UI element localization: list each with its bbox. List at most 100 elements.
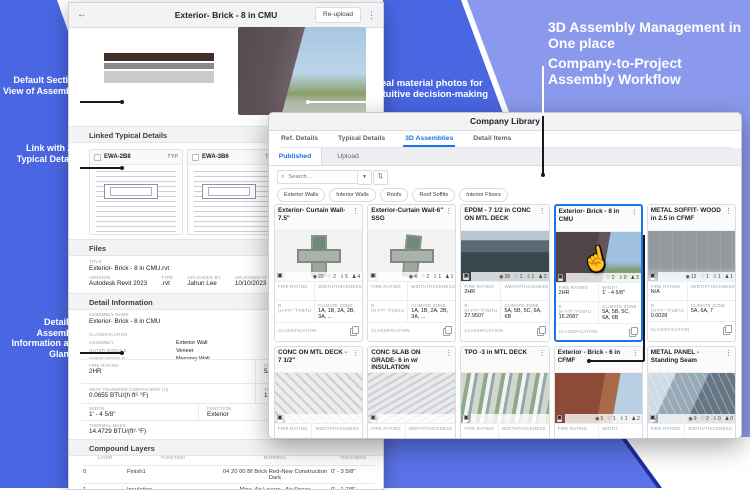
stat-value: 1	[520, 274, 523, 280]
card-field-value: 5A, 6A, 7	[691, 308, 735, 314]
search-box[interactable]: ⌕	[277, 170, 359, 184]
category-chip[interactable]: Interior Floors	[459, 188, 508, 202]
card-field: WIDTH/THICKNESS	[500, 281, 549, 300]
linked-detail-card[interactable]: EWA-2B8 TYP	[89, 149, 183, 235]
stat-value: 0	[624, 275, 627, 281]
downloads-icon: ⇩	[526, 274, 530, 280]
sort-button[interactable]: ⇅	[373, 170, 388, 185]
card-field: CLIMATE ZONE 5A, 5B, 5C, 6A, 6B	[500, 300, 549, 322]
copy-icon[interactable]	[539, 326, 546, 334]
card-field-value: 1' - 4 5/8"	[602, 290, 638, 296]
copy-icon[interactable]	[352, 326, 359, 334]
category-chip[interactable]: Interior Walls	[329, 188, 375, 202]
people-icon: ♟	[632, 416, 636, 422]
card-field: WIDTH	[598, 423, 642, 439]
image-count-icon: ▣	[463, 273, 469, 280]
reupload-button[interactable]: Re-upload	[315, 7, 361, 23]
publish-state-tab[interactable]: Upload	[322, 148, 374, 165]
copy-icon[interactable]	[725, 325, 732, 333]
people-icon: ♟	[445, 274, 449, 280]
card-field-value: 2HR	[559, 290, 596, 296]
publish-state-tab[interactable]: Published	[269, 148, 322, 165]
library-tab-label: Typical Details	[338, 135, 385, 142]
assembly-card[interactable]: CONC SLAB ON GRADE- 6 in w/ INSULATION ⋮…	[367, 346, 456, 439]
card-field-label: FIRE RATING	[651, 426, 681, 431]
company-library-window: Company Library Ref. DetailsTypical Deta…	[268, 112, 742, 439]
library-tab[interactable]: Typical Details	[336, 130, 387, 147]
card-title: EPDM - 7 1/2 in CONC ON MTL DECK	[464, 207, 536, 228]
card-field-label: FIRE RATING	[558, 426, 596, 431]
linked-detail-card[interactable]: EWA-3B6 TYP	[187, 149, 281, 235]
card-field: WIDTH/THICKNESS	[405, 423, 456, 439]
card-classification-label: CLASSIFICATION	[559, 329, 598, 334]
assembly-card[interactable]: METAL SOFFIT- WOOD in 2.5 in CFMF ⋮ ▣ ◉1…	[647, 204, 736, 342]
copy-icon[interactable]	[445, 326, 452, 334]
people-icon: ♟	[538, 274, 542, 280]
stat-value: 1	[730, 274, 733, 280]
card-title: CONC SLAB ON GRADE- 6 in w/ INSULATION	[371, 349, 443, 370]
kebab-menu-icon[interactable]: ⋮	[367, 10, 376, 21]
kebab-menu-icon[interactable]: ⋮	[725, 349, 732, 370]
category-chip[interactable]: Exterior Walls	[277, 188, 325, 202]
card-field-label: WIDTH/THICKNESS	[318, 284, 362, 289]
stat-value: 28	[505, 274, 511, 280]
library-tab[interactable]: Detail Items	[471, 130, 513, 147]
kebab-menu-icon[interactable]: ⋮	[631, 208, 638, 229]
library-tab[interactable]: 3D Assemblies	[403, 130, 455, 147]
card-field-value: 27.9507	[464, 313, 497, 319]
assembly-card[interactable]: CONC ON MTL DECK - 7 1/2" ⋮ ▣ FIRE RATIN…	[274, 346, 363, 439]
checkbox[interactable]	[94, 154, 101, 161]
card-stats: ◉9♡2⇩0♟0	[658, 414, 735, 423]
category-chip[interactable]: Roofs	[380, 188, 409, 202]
card-fields: FIRE RATING WIDTH/THICKNESS R (H·FT²·°F)…	[275, 281, 362, 322]
assembly-card[interactable]: TPO -3 in MTL DECK ⋮ ▣ FIRE RATING WIDTH…	[460, 346, 549, 439]
assembly-card[interactable]: Exterior- Brick - 8 in CMU ⋮ ▣ ♡2⇩0♟3 ☝ …	[554, 204, 643, 342]
card-thumbnail: ▣ ◉12♡1⇩1♟1	[648, 231, 735, 281]
callout-dot-link-2d	[120, 166, 124, 170]
kebab-menu-icon[interactable]: ⋮	[445, 207, 452, 228]
library-tab-label: Ref. Details	[281, 135, 318, 142]
copy-icon[interactable]	[631, 327, 638, 335]
kebab-menu-icon[interactable]: ⋮	[352, 349, 359, 370]
checkbox[interactable]	[192, 154, 199, 161]
library-tab[interactable]: Ref. Details	[279, 130, 320, 147]
library-tab-label: Detail Items	[473, 135, 511, 142]
stat-value: 2	[637, 416, 640, 422]
callout-line-detail-glance	[80, 352, 122, 354]
category-chip[interactable]: Roof Soffits	[412, 188, 455, 202]
card-fields: FIRE RATING N/A WIDTH/THICKNESS R (H·FT²…	[648, 281, 735, 321]
file-title-label: TITLE	[89, 259, 102, 264]
table-row: 1InsulationMisc. Air Layers - Air Space0…	[83, 483, 375, 490]
stat-value: 2	[333, 274, 336, 280]
callout-dot-section-view	[120, 100, 124, 104]
card-field: WIDTH/THICKNESS	[407, 281, 456, 300]
card-field: R (H·FT²·°F)/BTU	[368, 300, 407, 322]
assembly-card[interactable]: Exterior-Curtain Wall-6" SSG ⋮ ▣ ◉4♡2⇩1♟…	[367, 204, 456, 342]
card-field-label: R (H·FT²·°F)/BTU	[559, 304, 596, 314]
search-input[interactable]	[286, 173, 348, 181]
kebab-menu-icon[interactable]: ⋮	[539, 349, 546, 370]
assembly-window-header: ← Exterior- Brick - 8 in CMU Re-upload ⋮	[69, 3, 383, 28]
kebab-menu-icon[interactable]: ⋮	[445, 349, 452, 370]
assembly-card[interactable]: METAL PANEL - Standing Seam ⋮ ▣ ◉9♡2⇩0♟0…	[647, 346, 736, 439]
search-icon: ⌕	[281, 174, 284, 181]
filter-button[interactable]: ▼	[357, 170, 372, 185]
card-header: Exterior- Curtain Wall-7.5" ⋮	[275, 205, 362, 231]
kebab-menu-icon[interactable]: ⋮	[725, 207, 732, 228]
card-header: Exterior-Curtain Wall-6" SSG ⋮	[368, 205, 455, 231]
card-header: METAL SOFFIT- WOOD in 2.5 in CFMF ⋮	[648, 205, 735, 231]
card-fields: FIRE RATING WIDTH	[555, 423, 642, 439]
stat-value: 22	[318, 274, 324, 280]
card-classification-label: CLASSIFICATION	[464, 328, 503, 333]
likes-icon: ♡	[421, 274, 425, 280]
assembly-card[interactable]: Exterior- Curtain Wall-7.5" ⋮ ▣ ◉22♡2⇩5♟…	[274, 204, 363, 342]
file-meta-item: TYPE .rvt	[161, 275, 173, 287]
kebab-menu-icon[interactable]: ⋮	[539, 207, 546, 228]
card-field: CLIMATE ZONE 5A, 5B, 5C, 6A, 6B	[598, 301, 641, 323]
card-classification-row: CLASSIFICATION	[461, 322, 548, 337]
kebab-menu-icon[interactable]: ⋮	[352, 207, 359, 228]
linked-detail-name: EWA-3B6	[202, 154, 262, 160]
linked-detail-header: EWA-3B6 TYP	[188, 150, 280, 165]
assembly-card[interactable]: EPDM - 7 1/2 in CONC ON MTL DECK ⋮ ▣ ◉28…	[460, 204, 549, 342]
callout-line-workflow-horizontal	[589, 360, 644, 362]
